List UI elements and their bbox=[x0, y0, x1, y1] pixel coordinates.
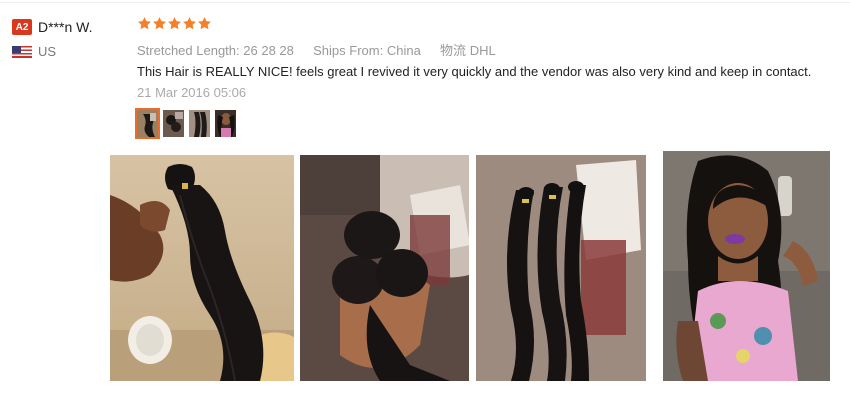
spec-label-length: Stretched Length: bbox=[137, 43, 240, 58]
us-flag-icon bbox=[12, 45, 32, 58]
thumbnail-4[interactable] bbox=[213, 108, 238, 139]
thumbnail-1[interactable] bbox=[135, 108, 160, 139]
star-icon bbox=[168, 17, 181, 30]
buyer-country: US bbox=[38, 44, 57, 59]
review-text: This Hair is REALLY NICE! feels great I … bbox=[137, 64, 812, 79]
buyer-name-row: A2 D***n W. bbox=[12, 18, 132, 36]
buyer-level-badge: A2 bbox=[12, 19, 32, 35]
spec-value-logistics: DHL bbox=[469, 43, 496, 58]
star-icon bbox=[198, 17, 211, 30]
star-icon bbox=[153, 17, 166, 30]
buyer-name: D***n W. bbox=[38, 19, 93, 35]
buyer-info: A2 D***n W. US bbox=[12, 18, 132, 59]
photo-bundles-on-bed[interactable] bbox=[476, 155, 646, 381]
thumbnail-3[interactable] bbox=[187, 108, 212, 139]
star-icon bbox=[183, 17, 196, 30]
photo-hair-bundle-in-hand[interactable] bbox=[110, 155, 294, 381]
spec-label-logistics: 物流 bbox=[440, 43, 467, 58]
review-date: 21 Mar 2016 05:06 bbox=[137, 85, 247, 100]
spec-label-ships-from: Ships From: bbox=[313, 43, 384, 58]
product-specs: Stretched Length: 26 28 28 Ships From: C… bbox=[137, 40, 837, 58]
buyer-country-row: US bbox=[12, 44, 132, 59]
photo-rolled-bundles-in-hand[interactable] bbox=[300, 155, 469, 381]
review-body: Stretched Length: 26 28 28 Ships From: C… bbox=[137, 16, 837, 103]
photo-thumbnails bbox=[135, 108, 239, 139]
top-divider bbox=[0, 2, 850, 3]
spec-value-length: 26 28 28 bbox=[243, 43, 294, 58]
thumbnail-2[interactable] bbox=[161, 108, 186, 139]
spec-value-ships-from: China bbox=[386, 43, 421, 58]
star-rating bbox=[137, 16, 837, 34]
photo-model-wearing-hair[interactable] bbox=[663, 151, 830, 381]
star-icon bbox=[138, 17, 151, 30]
